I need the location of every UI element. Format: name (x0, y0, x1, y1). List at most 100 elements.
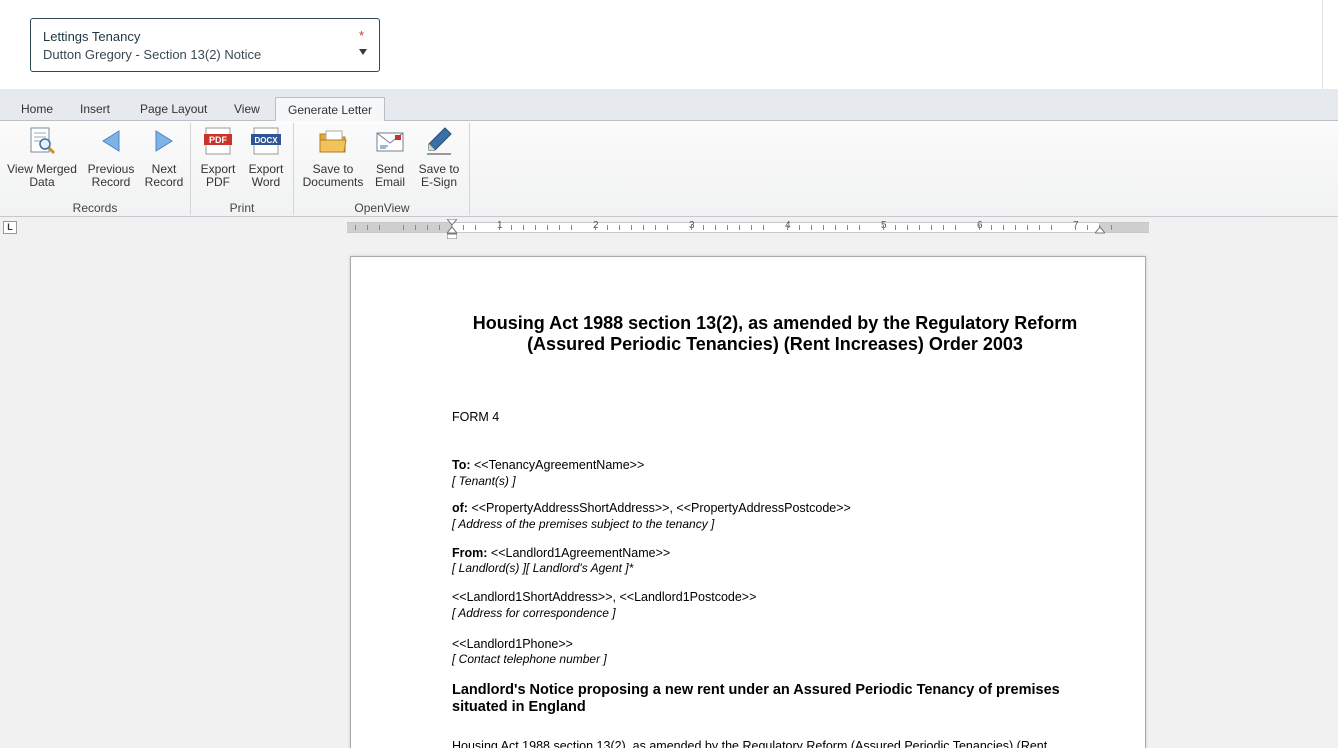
tab-home[interactable]: Home (21, 102, 53, 116)
to-value: <<TenancyAgreementName>> (474, 458, 645, 472)
ruler-tick (499, 225, 500, 230)
export-word-button[interactable]: DOCX Export Word (245, 125, 287, 189)
ruler-tick (1039, 225, 1040, 230)
view-merged-data-icon (30, 127, 56, 155)
pen-icon (427, 127, 452, 155)
ruler-tick (571, 225, 572, 230)
view-merged-data-button[interactable]: View Merged Data (6, 125, 78, 189)
ruler-tick (955, 225, 956, 230)
ruler-tick (631, 225, 632, 230)
ruler-tick (367, 225, 368, 230)
of-value: <<PropertyAddressShortAddress>>, <<Prope… (471, 501, 851, 515)
ruler-tick (799, 225, 800, 230)
of-line: of: <<PropertyAddressShortAddress>>, <<P… (452, 501, 851, 516)
ruler-tick (943, 225, 944, 230)
of-label: of: (452, 501, 468, 515)
chevron-down-icon[interactable] (359, 49, 367, 55)
envelope-icon (376, 132, 404, 152)
save-to-e-sign-button[interactable]: Save to E-Sign (414, 125, 464, 189)
ruler-tick (751, 225, 752, 230)
document-title: Housing Act 1988 section 13(2), as amend… (472, 313, 1078, 354)
section-heading: Landlord's Notice proposing a new rent u… (452, 682, 1060, 715)
folder-icon (319, 130, 347, 153)
ruler-tick (715, 225, 716, 230)
ruler-tick (439, 225, 440, 230)
form-number: FORM 4 (452, 410, 500, 424)
docx-icon: DOCX (251, 127, 281, 155)
ruler-tick (895, 225, 896, 230)
export-word-label: Export Word (248, 162, 284, 189)
ruler-left-margin (347, 223, 451, 232)
previous-record-label: Previous Record (87, 162, 135, 189)
to-line: To: <<TenancyAgreementName>> (452, 458, 644, 473)
ruler-tick (1087, 225, 1088, 230)
horizontal-ruler[interactable]: 1 2 3 4 5 6 7 (347, 220, 1149, 233)
ruler-tick (931, 225, 932, 230)
send-email-button[interactable]: Send Email (372, 125, 408, 189)
ruler-tick (919, 225, 920, 230)
next-record-button[interactable]: Next Record (142, 125, 186, 189)
ruler-tick (1075, 225, 1076, 230)
ruler-tick (823, 225, 824, 230)
ruler-tick (655, 225, 656, 230)
right-indent-marker[interactable] (1095, 219, 1105, 239)
ruler-tick (1051, 225, 1052, 230)
ruler-tick (907, 225, 908, 230)
lettings-tenancy-selector[interactable]: Lettings Tenancy * Dutton Gregory - Sect… (30, 18, 380, 72)
ruler-tick (379, 225, 380, 230)
phone-hint: [ Contact telephone number ] (452, 652, 607, 666)
tab-page-layout[interactable]: Page Layout (140, 102, 207, 116)
selector-value: Dutton Gregory - Section 13(2) Notice (43, 47, 262, 62)
tab-generate-letter[interactable]: Generate Letter (275, 97, 386, 121)
arrow-left-icon (102, 130, 120, 152)
ruler-tick (1015, 225, 1016, 230)
ruler-tick (739, 225, 740, 230)
from-hint: [ Landlord(s) ][ Landlord's Agent ]* (452, 561, 634, 575)
ruler-tick (979, 225, 980, 230)
ruler-tick (727, 225, 728, 230)
from-label: From: (452, 546, 488, 560)
ruler-tick (811, 225, 812, 230)
from-line: From: <<Landlord1AgreementName>> (452, 546, 670, 561)
ruler-right-margin (1099, 223, 1149, 232)
selector-label: Lettings Tenancy (43, 29, 141, 44)
tab-stop-selector[interactable]: L (3, 221, 17, 234)
of-hint: [ Address of the premises subject to the… (452, 517, 715, 531)
ruler-tick (847, 225, 848, 230)
tab-view[interactable]: View (234, 102, 260, 116)
previous-record-button[interactable]: Previous Record (84, 125, 138, 189)
ruler-tick (535, 225, 536, 230)
save-to-documents-label: Save to Documents (302, 162, 364, 189)
phone-line: <<Landlord1Phone>> (452, 637, 573, 651)
document-page[interactable]: Housing Act 1988 section 13(2), as amend… (350, 256, 1146, 748)
left-indent-marker[interactable] (447, 219, 457, 239)
group-label-print: Print (229, 201, 255, 215)
group-divider (293, 123, 294, 215)
group-divider (190, 123, 191, 215)
ruler-tick (763, 225, 764, 230)
view-merged-data-label: View Merged Data (7, 162, 77, 189)
required-mark: * (359, 28, 365, 43)
ruler-tick (787, 225, 788, 230)
ruler-tick (403, 225, 404, 230)
docx-badge-text: DOCX (254, 136, 278, 145)
ruler-tick (667, 225, 668, 230)
next-record-label: Next Record (144, 162, 184, 189)
correspondence-hint: [ Address for correspondence ] (452, 606, 616, 620)
ruler-tick (703, 225, 704, 230)
export-pdf-label: Export PDF (200, 162, 236, 189)
ribbon-tabbar: Home Insert Page Layout View Generate Le… (0, 89, 1338, 121)
save-to-documents-button[interactable]: Save to Documents (300, 125, 366, 189)
tab-insert[interactable]: Insert (80, 102, 110, 116)
ruler-tick (1027, 225, 1028, 230)
ruler-tick (427, 225, 428, 230)
ruler-tick (607, 225, 608, 230)
ruler-tick (415, 225, 416, 230)
export-pdf-button[interactable]: PDF Export PDF (197, 125, 239, 189)
ruler-tick (1111, 225, 1112, 230)
ruler-tick (991, 225, 992, 230)
ruler-tick (859, 225, 860, 230)
group-label-records: Records (72, 201, 118, 215)
ruler-tick (559, 225, 560, 230)
correspondence-address: <<Landlord1ShortAddress>>, <<Landlord1Po… (452, 590, 757, 604)
